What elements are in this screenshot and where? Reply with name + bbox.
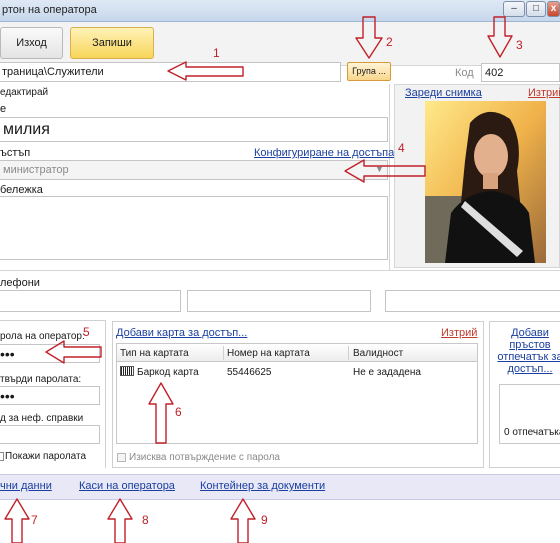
annotation-number-3: 3 [516, 38, 523, 52]
annotation-number-4: 4 [398, 141, 405, 155]
annotation-arrow-8 [107, 498, 133, 543]
annotation-overlay [4, 16, 513, 543]
annotation-arrow-7 [4, 498, 30, 543]
annotation-arrow-3 [487, 16, 513, 58]
annotation-number-6: 6 [175, 405, 182, 419]
annotation-arrow-4 [344, 159, 426, 183]
annotation-number-9: 9 [261, 513, 268, 527]
annotation-number-1: 1 [213, 46, 220, 60]
annotation-arrow-9 [230, 498, 256, 543]
annotation-arrow-6 [148, 382, 174, 444]
annotation-number-2: 2 [386, 35, 393, 49]
annotation-arrow-1 [167, 61, 244, 81]
annotation-number-7: 7 [31, 513, 38, 527]
annotation-number-5: 5 [83, 325, 90, 339]
annotation-number-8: 8 [142, 513, 149, 527]
annotation-arrow-2 [355, 16, 383, 59]
annotation-arrow-5 [45, 340, 102, 364]
